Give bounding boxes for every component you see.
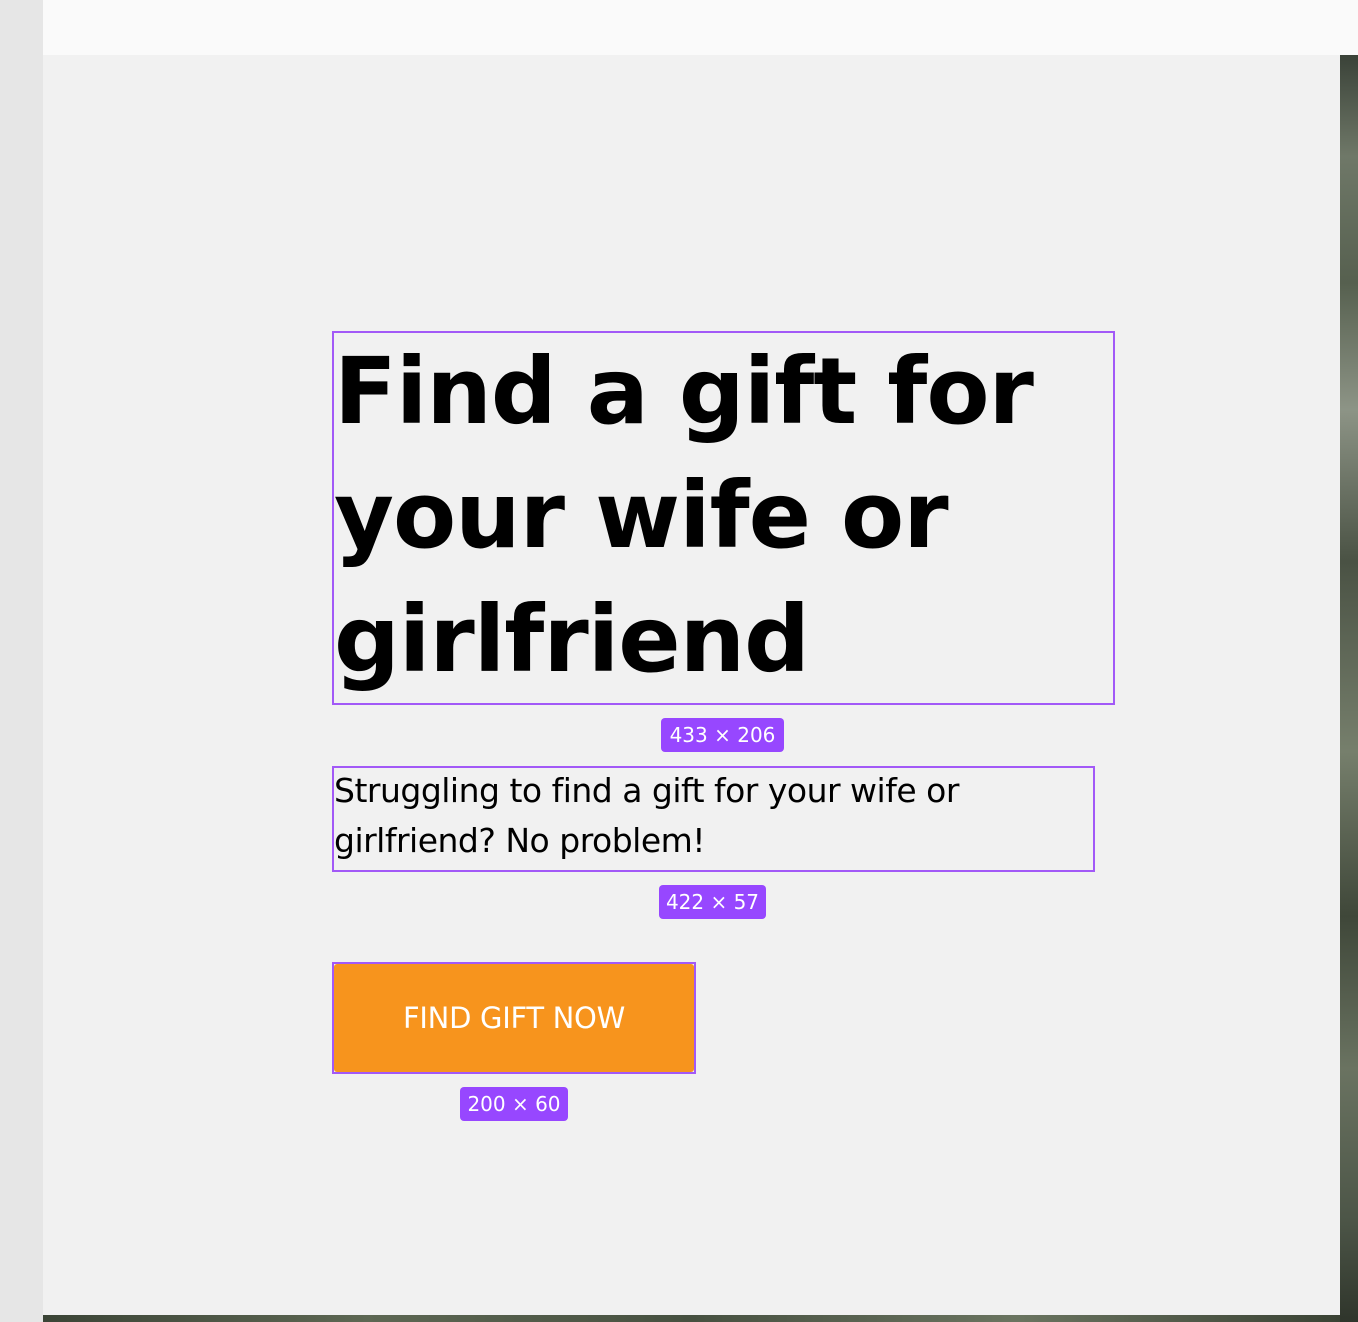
hero-subtext: Struggling to find a gift for your wife …: [334, 771, 959, 860]
subtext-dimension-badge: 422 × 57: [659, 885, 766, 919]
left-gutter: [0, 0, 43, 1322]
top-bar: [43, 0, 1358, 55]
background-photo-edge: [1340, 55, 1358, 1322]
next-section-photo-edge: [43, 1315, 1340, 1322]
headline-dimension-badge: 433 × 206: [661, 718, 784, 752]
button-dimension-badge: 200 × 60: [460, 1087, 568, 1121]
hero-headline: Find a gift for your wife or girlfriend: [334, 338, 1034, 693]
find-gift-now-button[interactable]: FIND GIFT NOW: [334, 964, 694, 1072]
